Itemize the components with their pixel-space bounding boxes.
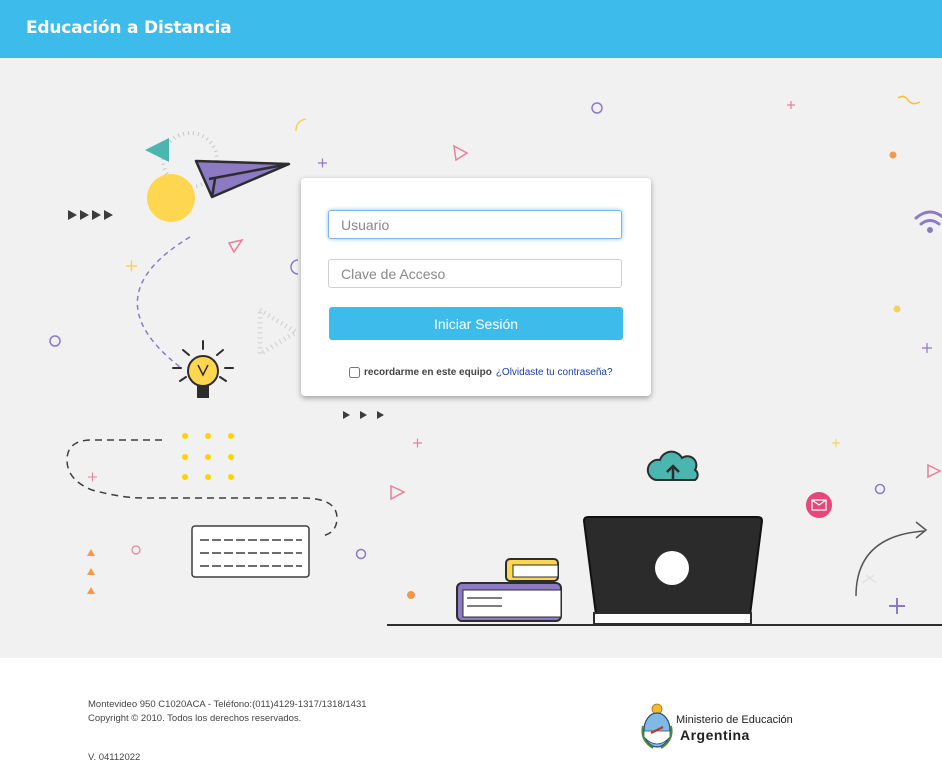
ministry-name: Ministerio de Educación — [676, 714, 793, 726]
password-input[interactable] — [328, 259, 622, 288]
hero-area: Iniciar Sesión recordarme en este equipo… — [0, 58, 942, 658]
login-card: Iniciar Sesión recordarme en este equipo… — [301, 178, 651, 396]
books-icon — [456, 558, 562, 622]
forgot-password-link[interactable]: ¿Olvidaste tu contraseña? — [496, 367, 613, 378]
coat-of-arms-icon — [641, 703, 673, 749]
keyboard-icon — [191, 525, 310, 578]
remember-checkbox[interactable] — [349, 366, 360, 378]
footer: Montevideo 950 C1020ACA - Teléfono:(011)… — [0, 658, 942, 769]
top-bar: Educación a Distancia — [0, 0, 942, 58]
wifi-icon — [914, 210, 942, 233]
footer-address: Montevideo 950 C1020ACA - Teléfono:(011)… — [88, 699, 367, 710]
footer-version: V. 04112022 — [88, 752, 141, 763]
paper-plane-icon — [136, 131, 291, 368]
remember-label[interactable]: recordarme en este equipo — [364, 367, 492, 378]
username-input[interactable] — [328, 210, 622, 239]
laptop-icon — [582, 516, 764, 625]
footer-copyright: Copyright © 2010. Todos los derechos res… — [88, 713, 302, 724]
lightbulb-icon — [172, 340, 234, 398]
remember-row: recordarme en este equipo ¿Olvidaste tu … — [349, 365, 613, 379]
mail-icon — [806, 492, 832, 518]
cloud-upload-icon — [646, 450, 699, 481]
site-title[interactable]: Educación a Distancia — [26, 18, 232, 38]
arrow-icon — [855, 521, 928, 597]
country-name: Argentina — [680, 727, 750, 743]
login-button[interactable]: Iniciar Sesión — [329, 307, 623, 340]
